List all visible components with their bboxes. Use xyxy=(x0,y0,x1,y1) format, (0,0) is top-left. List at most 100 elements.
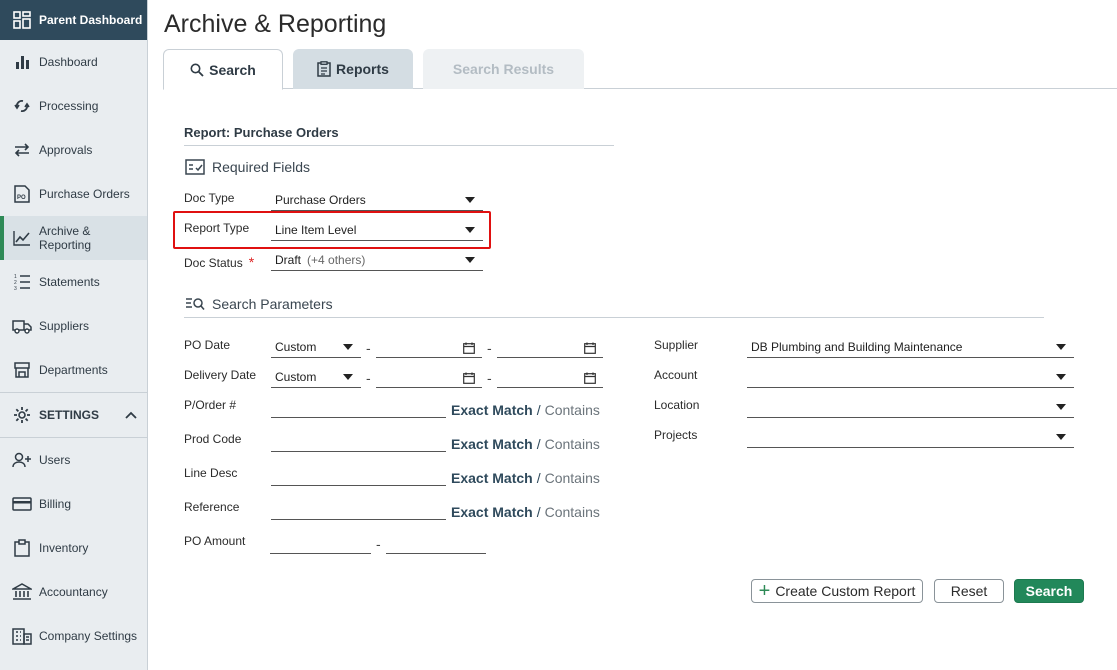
line-desc-input[interactable] xyxy=(271,464,446,486)
tab-reports[interactable]: Reports xyxy=(293,49,413,89)
sidebar-item-label: Processing xyxy=(39,99,99,113)
delivery-date-range-select[interactable]: Custom xyxy=(271,366,361,388)
caret-down-icon xyxy=(465,257,475,263)
button-label: Search xyxy=(1025,583,1073,599)
sidebar-item-company-settings[interactable]: Company Settings xyxy=(0,614,147,658)
range-dash: - xyxy=(366,340,371,356)
sidebar-item-label: Suppliers xyxy=(39,319,90,333)
po-number-label: P/Order # xyxy=(184,398,237,412)
doc-status-extra: (+4 others) xyxy=(307,252,366,267)
doc-type-label: Doc Type xyxy=(184,191,235,205)
doc-type-value: Purchase Orders xyxy=(275,192,366,207)
sidebar-item-departments[interactable]: Departments xyxy=(0,348,147,392)
range-dash: - xyxy=(366,370,371,386)
doc-status-label: Doc Status * xyxy=(184,254,255,270)
sidebar-item-label: Users xyxy=(39,453,71,467)
calendar-icon[interactable] xyxy=(463,342,475,354)
sidebar-item-approvals[interactable]: Approvals xyxy=(0,128,147,172)
list-search-icon xyxy=(185,297,205,311)
prod-code-input[interactable] xyxy=(271,430,446,452)
projects-select[interactable] xyxy=(747,426,1074,448)
account-label: Account xyxy=(654,368,698,382)
exact-match-option[interactable]: Exact Match xyxy=(451,436,533,452)
reference-input[interactable] xyxy=(271,498,446,520)
report-title: Report: Purchase Orders xyxy=(184,125,339,140)
credit-card-icon xyxy=(12,494,32,514)
reset-button[interactable]: Reset xyxy=(934,579,1004,603)
po-number-input[interactable] xyxy=(271,396,446,418)
po-amount-min-input[interactable] xyxy=(270,532,371,554)
po-amount-max-input[interactable] xyxy=(386,532,486,554)
tab-search-results[interactable]: Search Results xyxy=(423,49,584,89)
caret-down-icon xyxy=(1056,344,1066,350)
sidebar-item-label: Dashboard xyxy=(39,55,98,69)
po-date-range-select[interactable]: Custom xyxy=(271,336,361,358)
contains-option[interactable]: Contains xyxy=(545,402,600,418)
sidebar-item-archive-reporting[interactable]: Archive & Reporting xyxy=(0,216,147,260)
exact-match-option[interactable]: Exact Match xyxy=(451,402,533,418)
store-icon xyxy=(12,360,32,380)
doc-type-select[interactable]: Purchase Orders xyxy=(271,189,483,211)
sidebar-item-accountancy[interactable]: Accountancy xyxy=(0,570,147,614)
calendar-icon[interactable] xyxy=(463,372,475,384)
doc-status-value: Draft xyxy=(275,252,302,267)
contains-option[interactable]: Contains xyxy=(545,470,600,486)
tab-bar: Search Reports Search Results xyxy=(163,49,1117,90)
location-select[interactable] xyxy=(747,396,1074,418)
sidebar: Parent Dashboard Dashboard Processing Ap… xyxy=(0,0,148,670)
supplier-label: Supplier xyxy=(654,338,699,352)
separator: / xyxy=(536,436,541,452)
search-icon xyxy=(190,63,204,77)
required-fields-heading: Required Fields xyxy=(185,159,310,175)
building-icon xyxy=(12,626,32,646)
account-select[interactable] xyxy=(747,366,1074,388)
separator: / xyxy=(536,470,541,486)
sidebar-item-suppliers[interactable]: Suppliers xyxy=(0,304,147,348)
exact-match-option[interactable]: Exact Match xyxy=(451,504,533,520)
sync-icon xyxy=(12,96,32,116)
supplier-select[interactable]: DB Plumbing and Building Maintenance xyxy=(747,336,1074,358)
po-amount-label: PO Amount xyxy=(184,534,246,548)
sidebar-item-users[interactable]: Users xyxy=(0,438,147,482)
svg-text:PO: PO xyxy=(17,195,26,201)
line-desc-match-toggle: Exact Match / Contains xyxy=(451,470,600,486)
contains-option[interactable]: Contains xyxy=(545,504,600,520)
caret-down-icon xyxy=(1056,434,1066,440)
po-date-range-value: Custom xyxy=(275,339,317,354)
sidebar-item-statements[interactable]: 123 Statements xyxy=(0,260,147,304)
caret-down-icon xyxy=(343,374,353,380)
sidebar-item-processing[interactable]: Processing xyxy=(0,84,147,128)
calendar-icon[interactable] xyxy=(584,372,596,384)
sidebar-item-inventory[interactable]: Inventory xyxy=(0,526,147,570)
sidebar-item-dashboard[interactable]: Dashboard xyxy=(0,40,147,84)
search-button[interactable]: Search xyxy=(1014,579,1084,603)
button-label: Reset xyxy=(950,583,988,599)
tab-search[interactable]: Search xyxy=(163,49,283,90)
reference-label: Reference xyxy=(184,500,240,514)
report-type-highlight xyxy=(173,211,491,249)
bank-icon xyxy=(12,582,32,602)
plus-icon: + xyxy=(758,580,771,602)
sidebar-item-label: Purchase Orders xyxy=(39,187,130,201)
sidebar-item-billing[interactable]: Billing xyxy=(0,482,147,526)
separator: / xyxy=(536,402,541,418)
prod-code-label: Prod Code xyxy=(184,432,242,446)
range-dash: - xyxy=(487,340,492,356)
caret-down-icon xyxy=(1056,404,1066,410)
sidebar-item-label: Billing xyxy=(39,497,72,511)
search-parameters-heading: Search Parameters xyxy=(185,296,333,312)
doc-status-select[interactable]: Draft (+4 others) xyxy=(271,249,483,271)
settings-label: SETTINGS xyxy=(39,408,100,422)
calendar-icon[interactable] xyxy=(584,342,596,354)
contains-option[interactable]: Contains xyxy=(545,436,600,452)
gear-icon xyxy=(12,405,32,425)
exact-match-option[interactable]: Exact Match xyxy=(451,470,533,486)
create-custom-report-button[interactable]: + Create Custom Report xyxy=(751,579,923,603)
sidebar-settings-toggle[interactable]: SETTINGS xyxy=(0,392,147,438)
sidebar-header-parent-dashboard[interactable]: Parent Dashboard xyxy=(0,0,147,40)
chevron-up-icon xyxy=(125,408,137,422)
sidebar-item-label: Departments xyxy=(39,363,108,377)
sidebar-item-label: Approvals xyxy=(39,143,93,157)
sidebar-item-purchase-orders[interactable]: PO Purchase Orders xyxy=(0,172,147,216)
section-heading-label: Required Fields xyxy=(212,159,311,175)
